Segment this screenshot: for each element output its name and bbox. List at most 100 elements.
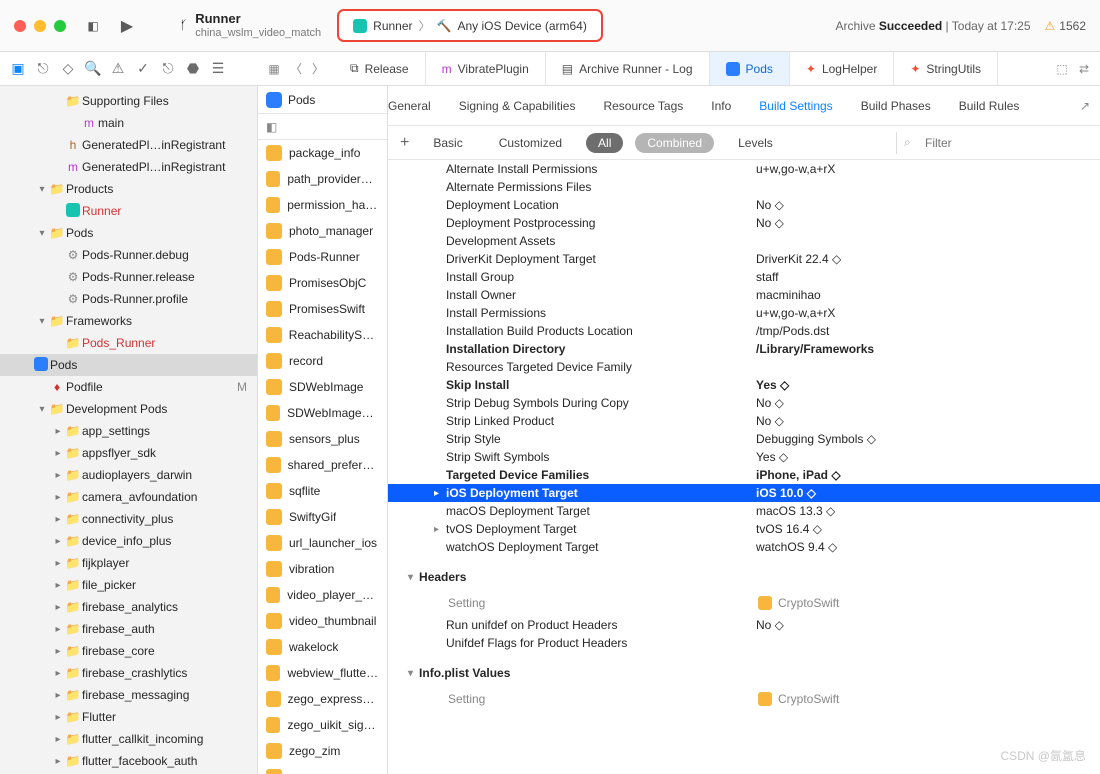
project-tab[interactable]: Build Settings: [759, 99, 832, 113]
target-item[interactable]: webview_flutter_…: [258, 660, 387, 686]
tree-node[interactable]: Pods: [0, 354, 257, 376]
scheme-selector[interactable]: Runner 〉 🔨 Any iOS Device (arm64): [337, 9, 603, 42]
related-items-icon[interactable]: ▦: [264, 62, 284, 76]
tree-node[interactable]: mGeneratedPl…inRegistrant: [0, 156, 257, 178]
tree-node[interactable]: ▾📁Pods: [0, 222, 257, 244]
tree-node[interactable]: ▸📁appsflyer_sdk: [0, 442, 257, 464]
tree-node[interactable]: ▸📁flutter_callkit_incoming: [0, 728, 257, 750]
tree-node[interactable]: ▸📁Flutter: [0, 706, 257, 728]
find-navigator-icon[interactable]: 🔍: [81, 60, 105, 77]
setting-row[interactable]: DriverKit Deployment TargetDriverKit 22.…: [388, 250, 1100, 268]
tree-node[interactable]: 📁Supporting Files: [0, 90, 257, 112]
all-filter[interactable]: All: [586, 133, 623, 153]
symbol-navigator-icon[interactable]: ◇: [56, 60, 80, 77]
target-item[interactable]: SDWebImageWe…: [258, 400, 387, 426]
setting-row[interactable]: Alternate Permissions Files: [388, 178, 1100, 196]
tree-node[interactable]: ▸📁camera_avfoundation: [0, 486, 257, 508]
levels-filter[interactable]: Levels: [726, 133, 785, 153]
setting-row[interactable]: Install Ownermacminihao: [388, 286, 1100, 304]
build-settings-rows[interactable]: Alternate Install Permissionsu+w,go-w,a+…: [388, 160, 1100, 774]
tree-node[interactable]: ▸📁firebase_analytics: [0, 596, 257, 618]
target-item[interactable]: PromisesSwift: [258, 296, 387, 322]
tree-node[interactable]: ▸📁firebase_auth: [0, 618, 257, 640]
setting-row[interactable]: Installation Build Products Location/tmp…: [388, 322, 1100, 340]
target-item[interactable]: SwiftyGif: [258, 504, 387, 530]
project-tab[interactable]: Build Phases: [861, 99, 931, 113]
tree-node[interactable]: ▸📁audioplayers_darwin: [0, 464, 257, 486]
filter-input[interactable]: [896, 132, 1088, 154]
tree-node[interactable]: 📁Pods_Runner: [0, 332, 257, 354]
target-item[interactable]: zego_express_e…: [258, 686, 387, 712]
adjust-editor-icon[interactable]: ⇄: [1074, 62, 1094, 76]
tree-node[interactable]: ⚙Pods-Runner.profile: [0, 288, 257, 310]
editor-tab[interactable]: Pods: [710, 52, 790, 85]
tree-node[interactable]: ▸📁firebase_crashlytics: [0, 662, 257, 684]
tree-node[interactable]: ▾📁Products: [0, 178, 257, 200]
project-navigator-icon[interactable]: ▣: [6, 60, 30, 77]
setting-row[interactable]: macOS Deployment TargetmacOS 13.3 ◇: [388, 502, 1100, 520]
section-header[interactable]: ▾Headers: [388, 556, 1100, 590]
sidebar-toggle-icon[interactable]: ◧: [80, 19, 106, 33]
basic-filter[interactable]: Basic: [421, 133, 474, 153]
tree-node[interactable]: ▸📁firebase_core: [0, 640, 257, 662]
source-control-icon[interactable]: ⎋: [31, 60, 55, 77]
editor-tab[interactable]: mVibratePlugin: [426, 52, 546, 85]
tree-node[interactable]: ♦PodfileM: [0, 376, 257, 398]
target-item[interactable]: video_thumbnail: [258, 608, 387, 634]
target-item[interactable]: Pods-Runner: [258, 244, 387, 270]
editor-tab[interactable]: ✦LogHelper: [790, 52, 894, 85]
target-item[interactable]: zego_uikit_signa…: [258, 712, 387, 738]
project-tab[interactable]: General: [388, 99, 431, 113]
setting-row[interactable]: Unifdef Flags for Product Headers: [388, 634, 1100, 652]
assistant-icon[interactable]: ⬚: [1052, 62, 1072, 76]
target-item[interactable]: SDWebImage: [258, 374, 387, 400]
target-item[interactable]: permission_hand…: [258, 192, 387, 218]
section-header[interactable]: ▾Info.plist Values: [388, 652, 1100, 686]
setting-row[interactable]: Install Permissionsu+w,go-w,a+rX: [388, 304, 1100, 322]
target-item[interactable]: url_launcher_ios: [258, 530, 387, 556]
target-item[interactable]: ReachabilitySwift: [258, 322, 387, 348]
back-button[interactable]: 〈: [286, 60, 306, 77]
tree-node[interactable]: ▸📁file_picker: [0, 574, 257, 596]
customized-filter[interactable]: Customized: [487, 133, 574, 153]
close-window-button[interactable]: [14, 20, 26, 32]
setting-row[interactable]: Strip StyleDebugging Symbols ◇: [388, 430, 1100, 448]
setting-row[interactable]: ▸tvOS Deployment TargettvOS 16.4 ◇: [388, 520, 1100, 538]
zoom-window-button[interactable]: [54, 20, 66, 32]
editor-tab[interactable]: ⧉Release: [334, 52, 426, 85]
setting-row[interactable]: ▸iOS Deployment TargetiOS 10.0 ◇: [388, 484, 1100, 502]
tree-node[interactable]: ⚙Pods-Runner.debug: [0, 244, 257, 266]
issue-navigator-icon[interactable]: ⚠: [106, 60, 130, 77]
warning-count[interactable]: 1562: [1045, 19, 1086, 33]
minimize-window-button[interactable]: [34, 20, 46, 32]
setting-row[interactable]: Resources Targeted Device Family: [388, 358, 1100, 376]
tree-node[interactable]: mmain: [0, 112, 257, 134]
target-item[interactable]: wakelock: [258, 634, 387, 660]
project-header[interactable]: Pods: [258, 86, 387, 114]
target-item[interactable]: zego_zpns: [258, 764, 387, 774]
targets-sidebar-icon[interactable]: ◧: [258, 114, 387, 140]
target-item[interactable]: video_player_avf…: [258, 582, 387, 608]
setting-row[interactable]: Installation Directory/Library/Framework…: [388, 340, 1100, 358]
setting-row[interactable]: Run unifdef on Product HeadersNo ◇: [388, 616, 1100, 634]
setting-row[interactable]: Install Groupstaff: [388, 268, 1100, 286]
target-item[interactable]: record: [258, 348, 387, 374]
target-item[interactable]: shared_preferen…: [258, 452, 387, 478]
target-item[interactable]: package_info: [258, 140, 387, 166]
test-navigator-icon[interactable]: ✓: [131, 60, 155, 77]
target-item[interactable]: PromisesObjC: [258, 270, 387, 296]
target-item[interactable]: path_provider_fo…: [258, 166, 387, 192]
tree-node[interactable]: ▸📁firebase_messaging: [0, 684, 257, 706]
run-button[interactable]: ▶: [114, 16, 140, 36]
target-item[interactable]: zego_zim: [258, 738, 387, 764]
debug-navigator-icon[interactable]: ⎋: [156, 60, 180, 77]
tree-node[interactable]: ▸📁flutter_facebook_auth: [0, 750, 257, 772]
editor-tab[interactable]: ✦StringUtils: [894, 52, 998, 85]
tree-node[interactable]: ▸📁device_info_plus: [0, 530, 257, 552]
branch-indicator[interactable]: ᚶ Runner china_wslm_video_match: [180, 12, 321, 40]
combined-filter[interactable]: Combined: [635, 133, 714, 153]
setting-row[interactable]: Targeted Device FamiliesiPhone, iPad ◇: [388, 466, 1100, 484]
target-item[interactable]: vibration: [258, 556, 387, 582]
tree-node[interactable]: ▾📁Frameworks: [0, 310, 257, 332]
target-item[interactable]: photo_manager: [258, 218, 387, 244]
